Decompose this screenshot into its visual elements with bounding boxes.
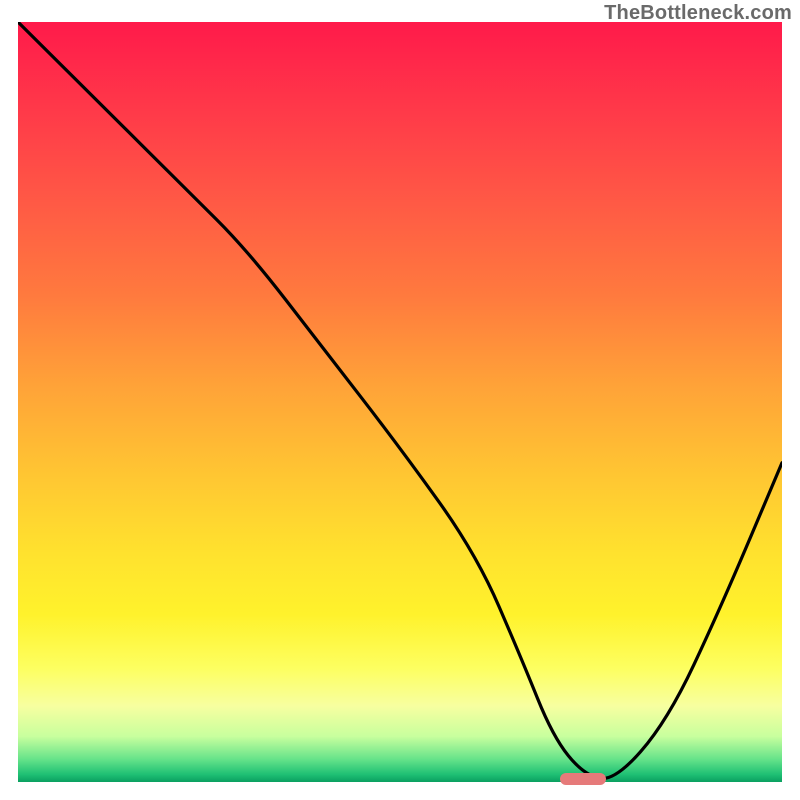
attribution-text: TheBottleneck.com bbox=[604, 2, 792, 25]
bottleneck-chart: TheBottleneck.com bbox=[0, 0, 800, 800]
chart-gradient-background bbox=[18, 22, 782, 782]
optimal-range-marker bbox=[560, 773, 606, 785]
